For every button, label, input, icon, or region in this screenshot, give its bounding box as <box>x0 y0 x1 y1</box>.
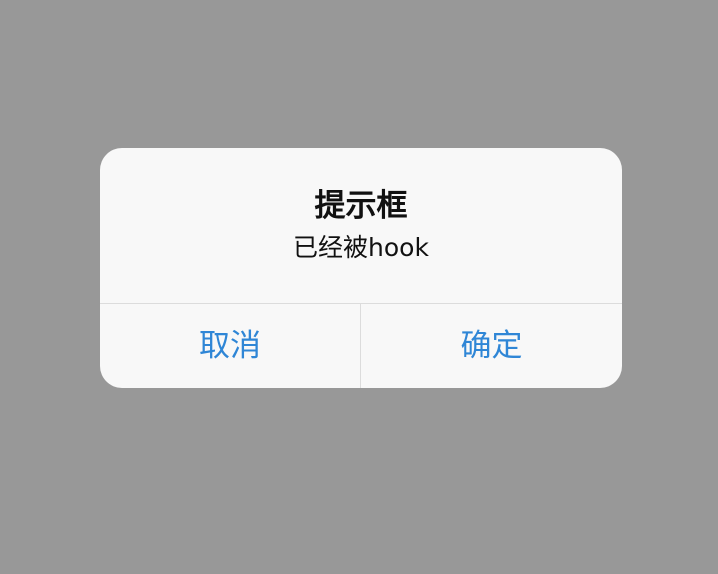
confirm-button[interactable]: 确定 <box>361 304 622 388</box>
dialog-message: 已经被hook <box>293 233 429 262</box>
alert-dialog: 提示框 已经被hook 取消 确定 <box>100 148 622 388</box>
dialog-title: 提示框 <box>314 188 408 224</box>
dialog-content: 提示框 已经被hook <box>100 148 622 303</box>
cancel-button[interactable]: 取消 <box>100 304 360 388</box>
